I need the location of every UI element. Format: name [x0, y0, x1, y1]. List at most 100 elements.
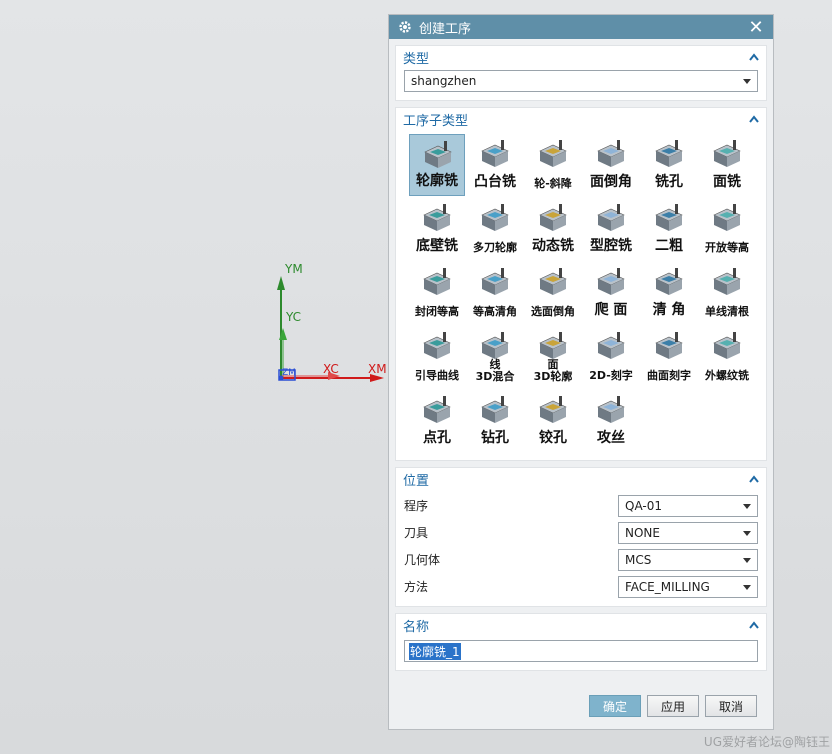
operation-tile-label: 二粗 [655, 238, 683, 254]
operation-tile-label: 轮廓铣 [416, 173, 458, 189]
operation-tile[interactable]: 轮廓铣 [409, 134, 465, 196]
operation-tile[interactable]: 二粗 [641, 198, 697, 260]
chevron-up-icon[interactable] [749, 53, 759, 61]
operation-part-icon [655, 268, 683, 295]
operation-part-icon [713, 268, 741, 295]
operation-part-icon [713, 140, 741, 167]
gear-icon [397, 19, 413, 35]
program-select[interactable]: QA-01 [618, 494, 758, 517]
operation-tile-label: 开放等高 [705, 241, 749, 254]
geometry-label: 几何体 [404, 553, 441, 567]
dialog-titlebar[interactable]: 创建工序 ✕ [389, 15, 773, 39]
operation-tile-label: 轮-斜降 [534, 177, 572, 190]
operation-tile[interactable]: 外螺纹铣 [699, 326, 755, 388]
subtype-section: 工序子类型 轮廓铣 凸台铣 轮-斜降 面倒角 铣孔 面铣底壁铣 多刀轮廓 动态铣 型腔铣 二粗 开放… [395, 107, 767, 461]
subtype-section-header[interactable]: 工序子类型 [396, 108, 766, 130]
operation-tile-label: 封闭等高 [415, 305, 459, 318]
operation-tile-label: 清 角 [652, 302, 686, 318]
operation-tile[interactable]: 封闭等高 [409, 262, 465, 324]
operation-part-icon [597, 204, 625, 231]
axis-label-yc: YC [286, 310, 302, 324]
tool-value: NONE [625, 525, 660, 540]
operation-part-icon [655, 204, 683, 231]
operation-tile[interactable]: 面 3D轮廓 [525, 326, 581, 388]
dropdown-arrow-icon [743, 503, 751, 509]
operation-tile-label: 面铣 [713, 174, 741, 190]
operation-part-icon [597, 396, 625, 423]
name-section: 名称 轮廓铣_1 [395, 613, 767, 671]
operation-part-icon [597, 332, 625, 359]
tool-select[interactable]: NONE [618, 521, 758, 544]
name-section-title: 名称 [403, 619, 430, 635]
operation-tile[interactable]: 等高清角 [467, 262, 523, 324]
type-select[interactable]: shangzhen [404, 70, 758, 92]
operation-tile-label: 点孔 [423, 430, 451, 446]
operation-tile-label: 面 3D轮廓 [533, 358, 573, 383]
operation-tile[interactable]: 选面倒角 [525, 262, 581, 324]
operation-tile[interactable]: 2D-刻字 [583, 326, 639, 388]
location-section-header[interactable]: 位置 [396, 468, 766, 490]
name-section-header[interactable]: 名称 [396, 614, 766, 636]
operation-part-icon [539, 204, 567, 231]
operation-tile-label: 多刀轮廓 [473, 241, 517, 254]
chevron-up-icon[interactable] [749, 621, 759, 629]
operation-tile[interactable]: 铰孔 [525, 390, 581, 452]
operation-part-icon [713, 332, 741, 359]
chevron-up-icon[interactable] [749, 115, 759, 123]
operation-subtype-grid: 轮廓铣 凸台铣 轮-斜降 面倒角 铣孔 面铣底壁铣 多刀轮廓 动态铣 型腔铣 二粗 开放等高封闭等高… [396, 130, 766, 460]
operation-tile[interactable]: 曲面刻字 [641, 326, 697, 388]
apply-button[interactable]: 应用 [647, 695, 699, 717]
operation-tile[interactable]: 钻孔 [467, 390, 523, 452]
dropdown-arrow-icon [743, 584, 751, 590]
operation-tile[interactable]: 引导曲线 [409, 326, 465, 388]
operation-tile[interactable]: 底壁铣 [409, 198, 465, 260]
operation-part-icon [423, 268, 451, 295]
method-select[interactable]: FACE_MILLING [618, 575, 758, 598]
operation-tile[interactable]: 动态铣 [525, 198, 581, 260]
operation-tile[interactable]: 开放等高 [699, 198, 755, 260]
operation-part-icon [597, 140, 625, 167]
method-value: FACE_MILLING [625, 579, 710, 594]
operation-tile[interactable]: 攻丝 [583, 390, 639, 452]
location-section: 位置 程序 QA-01 刀具 NONE 几何体 MCS 方法 FACE_MILL… [395, 467, 767, 607]
operation-part-icon [655, 140, 683, 167]
operation-tile-label: 动态铣 [532, 238, 574, 254]
operation-part-icon [481, 396, 509, 423]
operation-tile[interactable]: 轮-斜降 [525, 134, 581, 196]
operation-tile[interactable]: 凸台铣 [467, 134, 523, 196]
operation-tile[interactable]: 点孔 [409, 390, 465, 452]
operation-tile[interactable]: 面铣 [699, 134, 755, 196]
operation-name-value: 轮廓铣_1 [409, 642, 461, 660]
cancel-button[interactable]: 取消 [705, 695, 757, 717]
geometry-row: 几何体 MCS [404, 546, 758, 573]
create-operation-dialog: 创建工序 ✕ 类型 shangzhen 工序子类型 轮廓铣 凸台铣 轮-斜降 面倒角 铣… [388, 14, 774, 730]
tool-label: 刀具 [404, 526, 429, 540]
geometry-select[interactable]: MCS [618, 548, 758, 571]
axis-label-xm: XM [368, 362, 387, 376]
method-row: 方法 FACE_MILLING [404, 573, 758, 600]
operation-tile-label: 型腔铣 [590, 238, 632, 254]
operation-tile[interactable]: 铣孔 [641, 134, 697, 196]
type-section-header[interactable]: 类型 [396, 46, 766, 68]
operation-tile-label: 引导曲线 [415, 369, 459, 382]
operation-tile-label: 钻孔 [481, 430, 509, 446]
chevron-up-icon[interactable] [749, 475, 759, 483]
operation-tile[interactable]: 线 3D混合 [467, 326, 523, 388]
operation-tile[interactable]: 单线清根 [699, 262, 755, 324]
close-button[interactable]: ✕ [747, 17, 765, 38]
operation-tile-label: 铰孔 [539, 430, 567, 446]
dropdown-arrow-icon [743, 557, 751, 563]
operation-tile-label: 单线清根 [705, 305, 749, 318]
operation-part-icon [481, 332, 509, 359]
operation-name-input[interactable]: 轮廓铣_1 [404, 640, 758, 662]
operation-tile[interactable]: 面倒角 [583, 134, 639, 196]
operation-part-icon [481, 268, 509, 295]
ok-button[interactable]: 确定 [589, 695, 641, 717]
operation-tile[interactable]: 清 角 [641, 262, 697, 324]
program-label: 程序 [404, 499, 429, 513]
operation-part-icon [539, 396, 567, 423]
operation-tile[interactable]: 型腔铣 [583, 198, 639, 260]
operation-tile[interactable]: 多刀轮廓 [467, 198, 523, 260]
operation-tile[interactable]: 爬 面 [583, 262, 639, 324]
axis-label-xc: XC [323, 362, 339, 376]
